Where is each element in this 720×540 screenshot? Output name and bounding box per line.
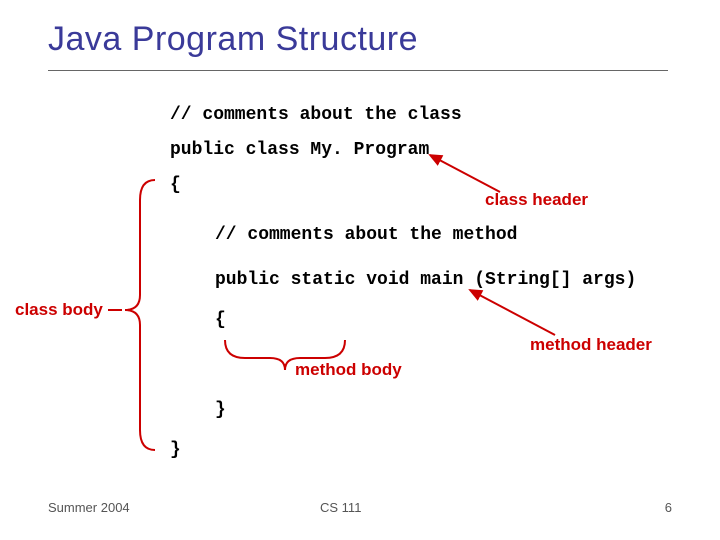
brace-class-body [125,180,155,450]
code-line-2: public class My. Program [170,140,429,160]
footer-left: Summer 2004 [48,500,130,515]
code-line-1: // comments about the class [170,105,462,125]
title-underline [48,70,668,71]
slide-title: Java Program Structure [48,20,418,59]
annotation-method-header: method header [530,335,652,355]
code-line-8: } [170,440,181,460]
code-line-4: // comments about the method [215,225,517,245]
arrow-class-header [430,155,500,192]
code-line-6: { [215,310,226,330]
code-line-3: { [170,175,181,195]
annotation-method-body: method body [295,360,402,380]
annotation-class-header: class header [485,190,588,210]
code-line-7: } [215,400,226,420]
footer-right: 6 [665,500,672,515]
code-line-5: public static void main (String[] args) [215,270,636,290]
annotation-class-body: class body [15,300,103,320]
arrow-method-header [470,290,555,335]
footer-center: CS 111 [320,500,361,515]
